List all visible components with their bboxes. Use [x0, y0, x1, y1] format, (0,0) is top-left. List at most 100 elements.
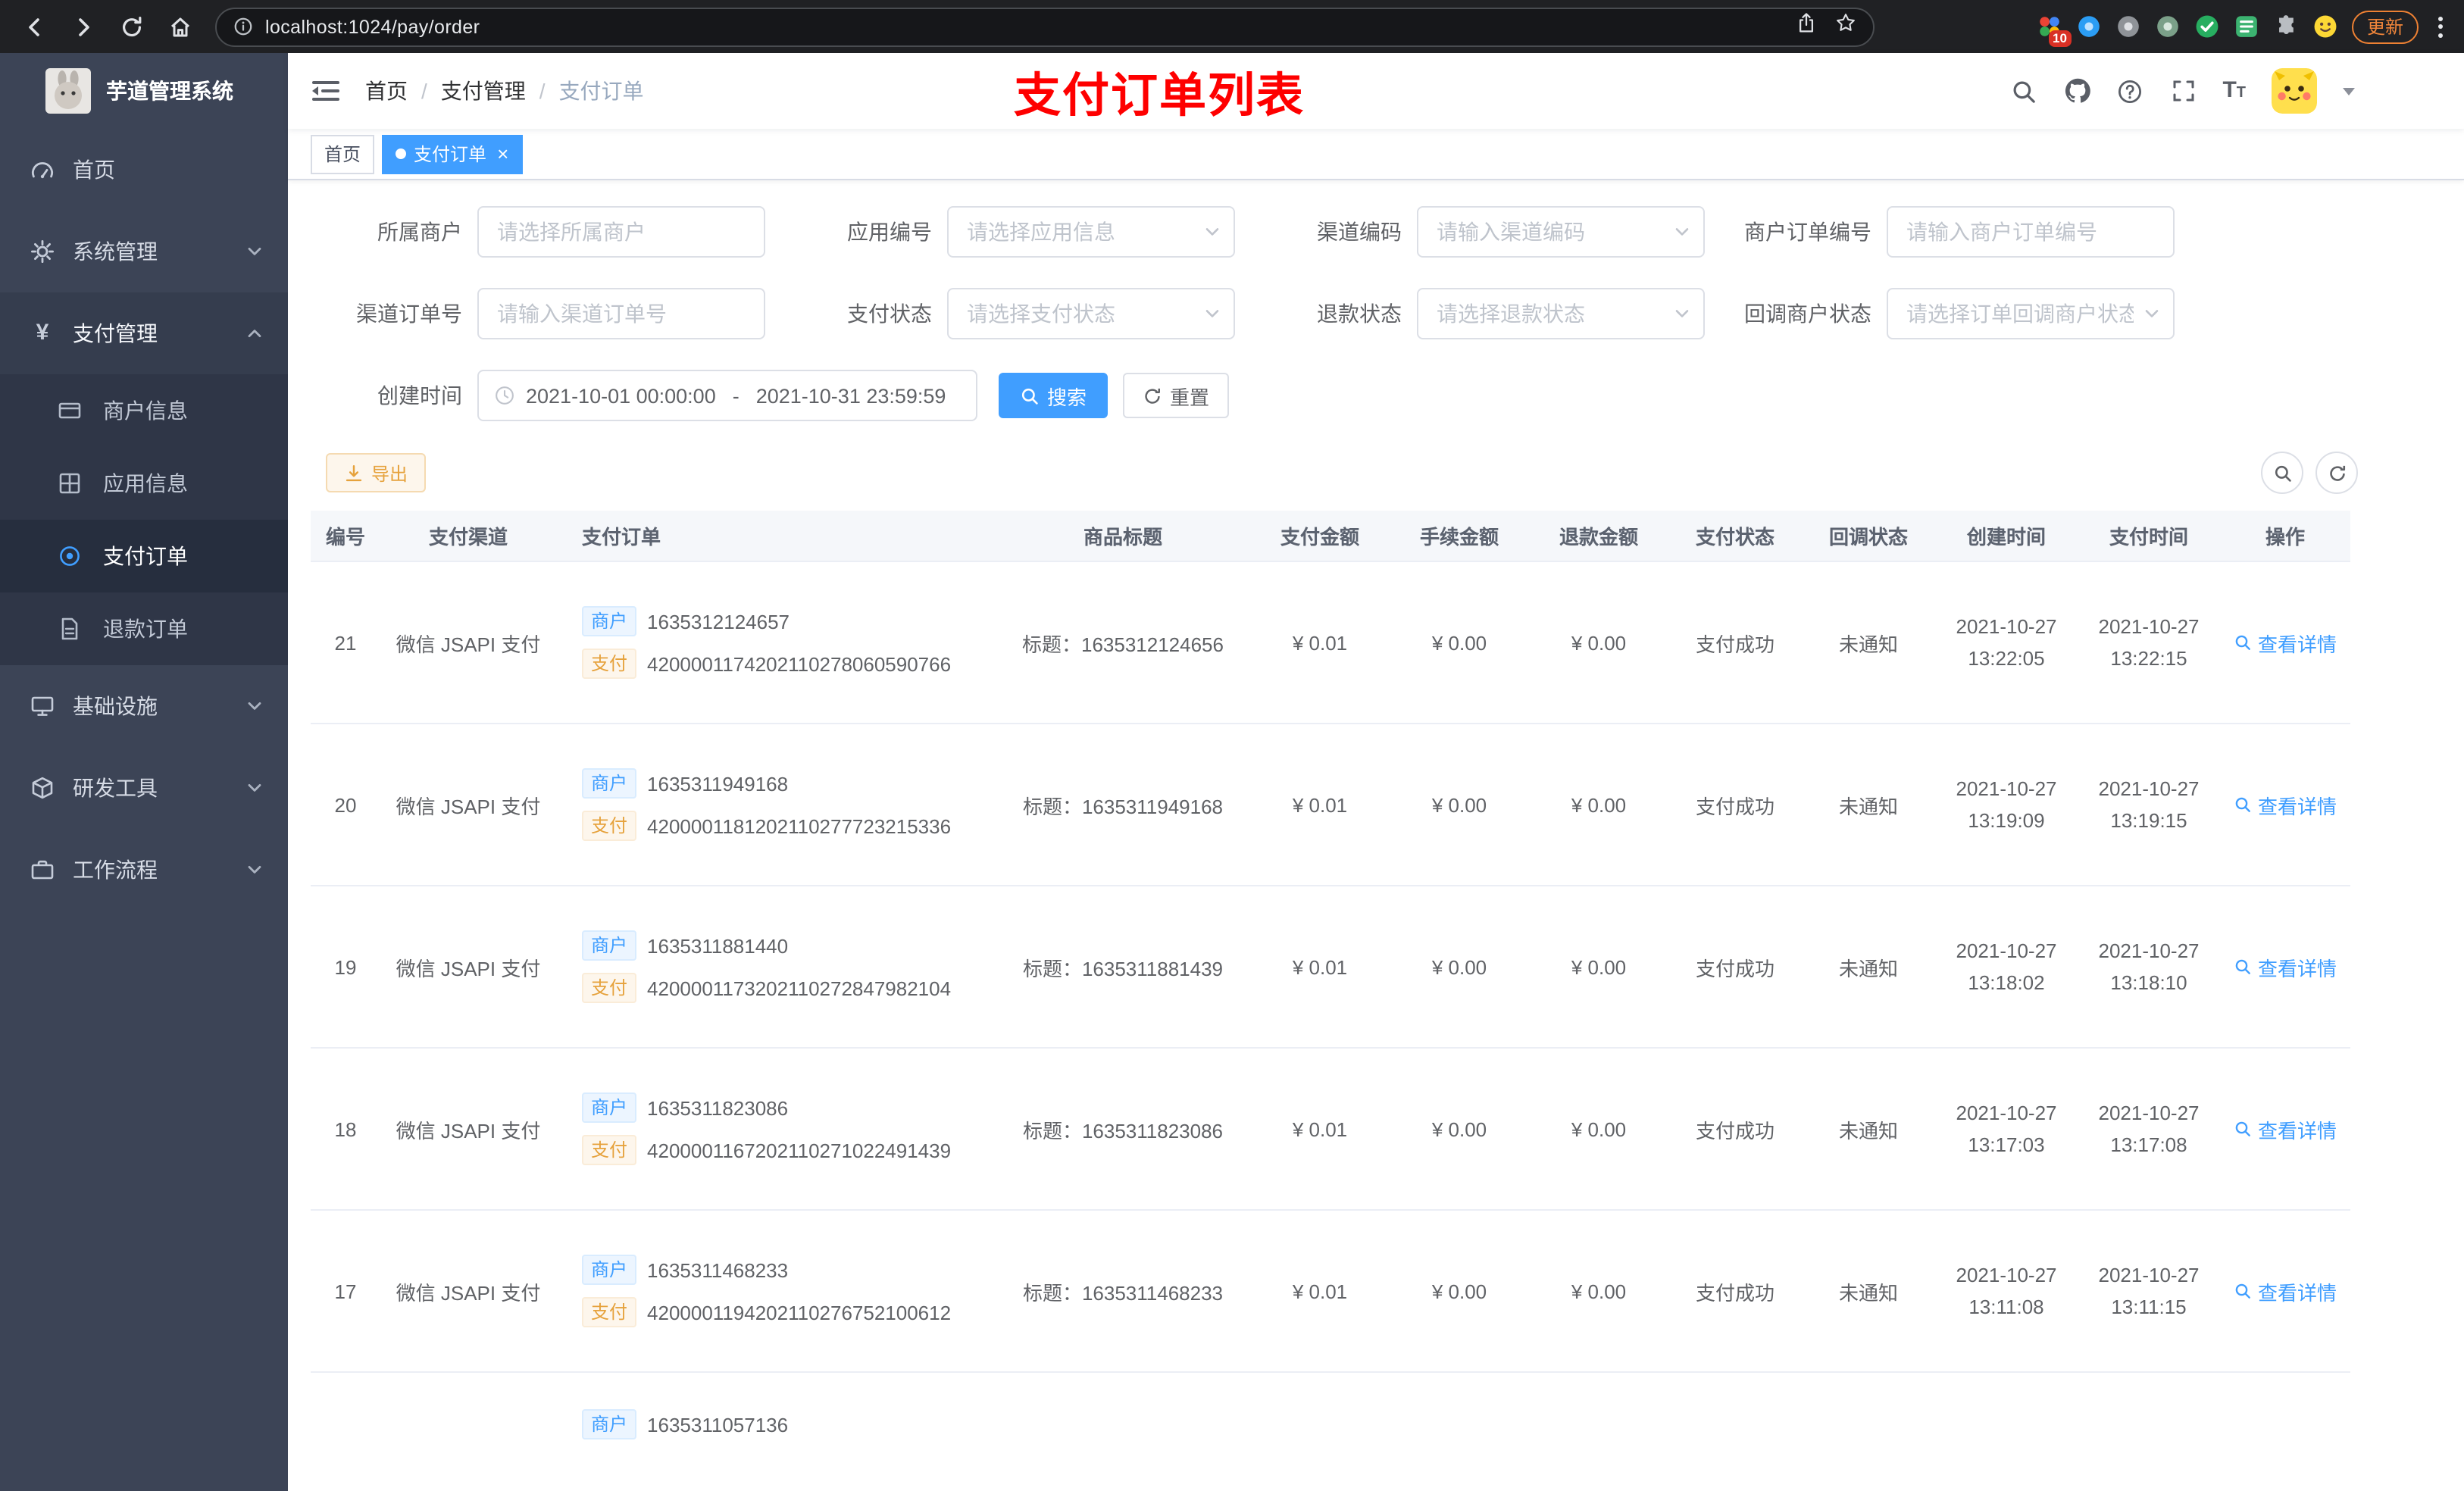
sidebar-item-workflow[interactable]: 工作流程 — [0, 829, 288, 911]
bookmark-star-icon[interactable] — [1835, 12, 1856, 41]
refund-status-input[interactable] — [1417, 288, 1705, 339]
merchant-tag: 商户 — [582, 1092, 637, 1123]
extension-check-icon[interactable] — [2194, 14, 2220, 39]
pay-status-select[interactable] — [947, 288, 1235, 339]
credit-card-icon — [58, 402, 81, 419]
sidebar-item-infra[interactable]: 基础设施 — [0, 665, 288, 747]
col-header: 商品标题 — [1083, 526, 1162, 549]
tab-home[interactable]: 首页 — [311, 134, 375, 173]
merchant-order-no-field[interactable] — [1887, 206, 2175, 258]
search-button[interactable]: 搜索 — [999, 373, 1108, 418]
tab-pay-order[interactable]: 支付订单 × — [382, 134, 523, 173]
app-select[interactable] — [947, 206, 1235, 258]
extension-emoji-icon[interactable] — [2312, 14, 2338, 39]
reset-button[interactable]: 重置 — [1123, 373, 1230, 418]
cell-amount: ¥ 0.01 — [1292, 1117, 1348, 1140]
merchant-order-no: 1635311468233 — [647, 1258, 789, 1281]
date-range-start[interactable]: 2021-10-01 00:00:00 — [526, 384, 716, 407]
search-icon — [1021, 387, 1038, 404]
channel-code-select[interactable] — [1417, 206, 1705, 258]
view-detail-link[interactable]: 查看详情 — [2234, 1277, 2337, 1305]
merchant-order-no: 1635311881440 — [647, 934, 789, 957]
channel-order-no-input[interactable] — [477, 288, 765, 339]
browser-reload-icon[interactable] — [112, 7, 152, 46]
cell-pay-time: 2021-10-27 13:18:10 — [2098, 939, 2200, 994]
refund-status-select[interactable] — [1417, 288, 1705, 339]
search-icon — [2235, 959, 2250, 974]
download-icon — [346, 464, 362, 481]
sidebar-item-pay-order[interactable]: 支付订单 — [0, 520, 288, 592]
export-button[interactable]: 导出 — [326, 453, 427, 492]
pay-status-input[interactable] — [947, 288, 1235, 339]
notify-status-select[interactable] — [1887, 288, 2175, 339]
breadcrumb-home[interactable]: 首页 — [365, 76, 408, 106]
sidebar-item-merchant-info[interactable]: 商户信息 — [0, 374, 288, 447]
github-icon[interactable] — [2063, 77, 2090, 105]
top-navbar: 首页 / 支付管理 / 支付订单 支付订单列表 TT — [288, 53, 2464, 129]
table-row: 19 微信 JSAPI 支付 商户 1635311881440 支付 4200001… — [311, 886, 2350, 1049]
app-logo-row: 芋道管理系统 — [0, 53, 288, 129]
search-button-label: 搜索 — [1047, 386, 1087, 408]
browser-back-icon[interactable] — [15, 7, 55, 46]
create-time-range-picker[interactable]: 2021-10-01 00:00:00 - 2021-10-31 23:59:5… — [477, 370, 977, 421]
search-icon[interactable] — [2010, 77, 2037, 105]
extension-blue-icon[interactable] — [2076, 14, 2102, 39]
site-info-icon[interactable] — [233, 17, 253, 36]
sidebar-toggle-icon[interactable] — [311, 76, 341, 106]
filter-label-create-time: 创建时间 — [377, 383, 462, 408]
sidebar-item-app-info[interactable]: 应用信息 — [0, 447, 288, 520]
table-row: 21 微信 JSAPI 支付 商户 1635312124657 支付 4200001… — [311, 562, 2350, 724]
url-text[interactable]: localhost:1024/pay/order — [265, 16, 1796, 37]
browser-menu-icon[interactable] — [2432, 16, 2449, 37]
font-size-icon[interactable]: TT — [2222, 78, 2246, 104]
sidebar-item-refund-order[interactable]: 退款订单 — [0, 592, 288, 665]
breadcrumb-pay[interactable]: 支付管理 — [441, 76, 526, 106]
tab-close-icon[interactable]: × — [497, 143, 508, 163]
toggle-search-button[interactable] — [2261, 452, 2303, 494]
browser-forward-icon[interactable] — [64, 7, 103, 46]
extension-sage-icon[interactable] — [2155, 14, 2181, 39]
sidebar-item-devtools[interactable]: 研发工具 — [0, 747, 288, 829]
browser-update-button[interactable]: 更新 — [2351, 10, 2419, 43]
sidebar-item-pay[interactable]: ¥ 支付管理 — [0, 292, 288, 374]
merchant-select-input[interactable] — [477, 206, 765, 258]
help-icon[interactable] — [2116, 77, 2143, 105]
channel-code-input[interactable] — [1417, 206, 1705, 258]
merchant-tag: 商户 — [582, 606, 637, 636]
extension-gray-icon[interactable] — [2115, 14, 2141, 39]
extension-colorful-icon[interactable]: 10 — [2037, 14, 2072, 47]
channel-order-no: 4200001181202110277723215336 — [647, 814, 952, 837]
merchant-order-no-input[interactable] — [1887, 206, 2175, 258]
sidebar-item-system[interactable]: 系统管理 — [0, 211, 288, 292]
cell-title: 标题：1635312124656 — [1022, 633, 1224, 655]
merchant-select[interactable] — [477, 206, 765, 258]
filter-label-app: 应用编号 — [847, 220, 932, 244]
browser-home-icon[interactable] — [161, 7, 200, 46]
date-range-end[interactable]: 2021-10-31 23:59:59 — [756, 384, 946, 407]
cell-order: 商户 1635311823086 支付 4200001167202110271022… — [556, 1092, 996, 1165]
cell-title: 标题：1635311468233 — [1022, 1281, 1224, 1304]
cell-pay-time: 2021-10-27 13:11:15 — [2098, 1264, 2200, 1318]
cell-pay-time: 2021-10-27 13:17:08 — [2098, 1102, 2200, 1156]
channel-order-no-field[interactable] — [477, 288, 765, 339]
cell-status: 支付成功 — [1695, 633, 1775, 655]
view-detail-link[interactable]: 查看详情 — [2234, 952, 2337, 981]
avatar-caret-icon[interactable] — [2343, 87, 2355, 95]
tags-view-bar: 首页 支付订单 × — [288, 129, 2464, 180]
share-icon[interactable] — [1796, 12, 1817, 41]
cell-actions: 查看详情 — [2220, 1114, 2350, 1143]
cell-fee: ¥ 0.00 — [1431, 1280, 1487, 1302]
sidebar-item-label: 系统管理 — [73, 239, 158, 264]
extensions-puzzle-icon[interactable] — [2273, 14, 2299, 39]
avatar[interactable] — [2272, 68, 2317, 114]
fullscreen-icon[interactable] — [2169, 77, 2197, 105]
view-detail-link[interactable]: 查看详情 — [2234, 628, 2337, 657]
app-select-input[interactable] — [947, 206, 1235, 258]
extension-chat-icon[interactable] — [2234, 14, 2259, 39]
refresh-table-button[interactable] — [2315, 452, 2358, 494]
sidebar-item-home[interactable]: 首页 — [0, 129, 288, 211]
url-bar[interactable]: localhost:1024/pay/order — [215, 7, 1875, 46]
notify-status-input[interactable] — [1887, 288, 2175, 339]
view-detail-link[interactable]: 查看详情 — [2234, 1114, 2337, 1143]
view-detail-link[interactable]: 查看详情 — [2234, 790, 2337, 819]
